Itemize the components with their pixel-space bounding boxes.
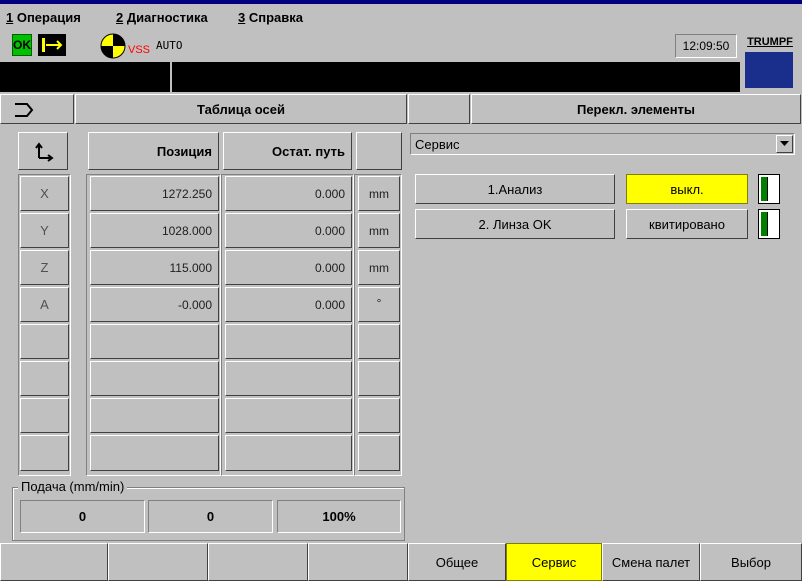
softkey-general[interactable]: Общее <box>408 543 506 581</box>
menu-bar: 1 Операция 2 Диагностика 3 Справка <box>0 0 802 30</box>
table-row-empty <box>358 361 400 396</box>
tag-icon <box>15 103 34 117</box>
table-row-empty <box>90 361 219 396</box>
table-row-remaining: 0.000 <box>225 287 352 322</box>
table-row-position: 115.000 <box>90 250 219 285</box>
service-dropdown[interactable]: Сервис <box>410 133 795 155</box>
table-row-unit: ° <box>358 287 400 322</box>
analysis-state: выкл. <box>626 174 748 204</box>
vss-label: VSS <box>128 44 151 56</box>
table-row-unit: mm <box>358 176 400 211</box>
softkey-pallet-change[interactable]: Смена палет <box>602 543 700 581</box>
ok-indicator: OK <box>12 34 32 56</box>
table-row-unit: mm <box>358 213 400 248</box>
table-row-remaining: 0.000 <box>225 213 352 248</box>
softkey-left-3[interactable] <box>208 543 308 581</box>
table-row-remaining: 0.000 <box>225 176 352 211</box>
table-row-empty <box>225 398 352 433</box>
table-row-position: -0.000 <box>90 287 219 322</box>
table-row-unit: mm <box>358 250 400 285</box>
softkey-left-2[interactable] <box>108 543 208 581</box>
message-bar <box>0 62 740 92</box>
axis-column-header <box>18 132 68 170</box>
table-row-empty <box>358 398 400 433</box>
analysis-button[interactable]: 1.Анализ <box>415 174 615 204</box>
lens-ok-state: квитировано <box>626 209 748 239</box>
axes-table-title: Таблица осей <box>75 94 407 124</box>
table-row-empty <box>20 398 69 433</box>
door-icon <box>38 34 66 56</box>
status-bar: OK VSS AUTO 12:09:50 TRUMPF <box>0 30 802 62</box>
softkey-left-4[interactable] <box>308 543 408 581</box>
menu-operation[interactable]: 1 Операция <box>6 10 81 25</box>
lens-ok-switch-icon[interactable] <box>758 209 780 239</box>
menu-diagnostics[interactable]: 2 Диагностика <box>116 10 208 25</box>
brand-logo: TRUMPF <box>747 36 793 48</box>
table-row-empty <box>20 435 69 471</box>
laser-warning-icon <box>100 33 126 59</box>
mode-label: AUTO <box>156 39 183 52</box>
table-row-empty <box>20 324 69 359</box>
message-divider <box>170 62 172 92</box>
feed-override-value: 100% <box>277 500 401 533</box>
menu-help[interactable]: 3 Справка <box>238 10 303 25</box>
table-row-position: 1272.250 <box>90 176 219 211</box>
coordinate-axes-icon <box>35 142 54 162</box>
table-row-empty <box>358 435 400 471</box>
feed-value: 0 <box>148 500 273 533</box>
feed-value: 0 <box>20 500 145 533</box>
chevron-down-icon[interactable] <box>776 135 793 153</box>
dropdown-value: Сервис <box>415 137 460 152</box>
feed-label: Подача (mm/min) <box>18 479 128 494</box>
table-row-axis: Z <box>20 250 69 285</box>
table-row-remaining: 0.000 <box>225 250 352 285</box>
analysis-switch-icon[interactable] <box>758 174 780 204</box>
position-column-header: Позиция <box>88 132 219 170</box>
table-row-position: 1028.000 <box>90 213 219 248</box>
panel-toggle-button[interactable] <box>0 94 74 124</box>
lens-ok-button[interactable]: 2. Линза OK <box>415 209 615 239</box>
table-row-empty <box>20 361 69 396</box>
table-row-axis: X <box>20 176 69 211</box>
table-row-empty <box>90 435 219 471</box>
table-row-axis: A <box>20 287 69 322</box>
brand-block <box>745 52 793 88</box>
table-row-empty <box>225 361 352 396</box>
table-row-empty <box>225 324 352 359</box>
table-row-empty <box>90 324 219 359</box>
clock: 12:09:50 <box>675 34 737 58</box>
softkey-service[interactable]: Сервис <box>506 543 602 581</box>
switch-panel-blank-tab[interactable] <box>408 94 470 124</box>
switch-panel-title: Перекл. элементы <box>471 94 801 124</box>
remaining-column-header: Остат. путь <box>223 132 352 170</box>
table-row-empty <box>90 398 219 433</box>
table-row-empty <box>225 435 352 471</box>
softkey-select[interactable]: Выбор <box>700 543 802 581</box>
unit-column-header <box>356 132 402 170</box>
softkey-left-1[interactable] <box>0 543 108 581</box>
table-row-axis: Y <box>20 213 69 248</box>
table-row-empty <box>358 324 400 359</box>
